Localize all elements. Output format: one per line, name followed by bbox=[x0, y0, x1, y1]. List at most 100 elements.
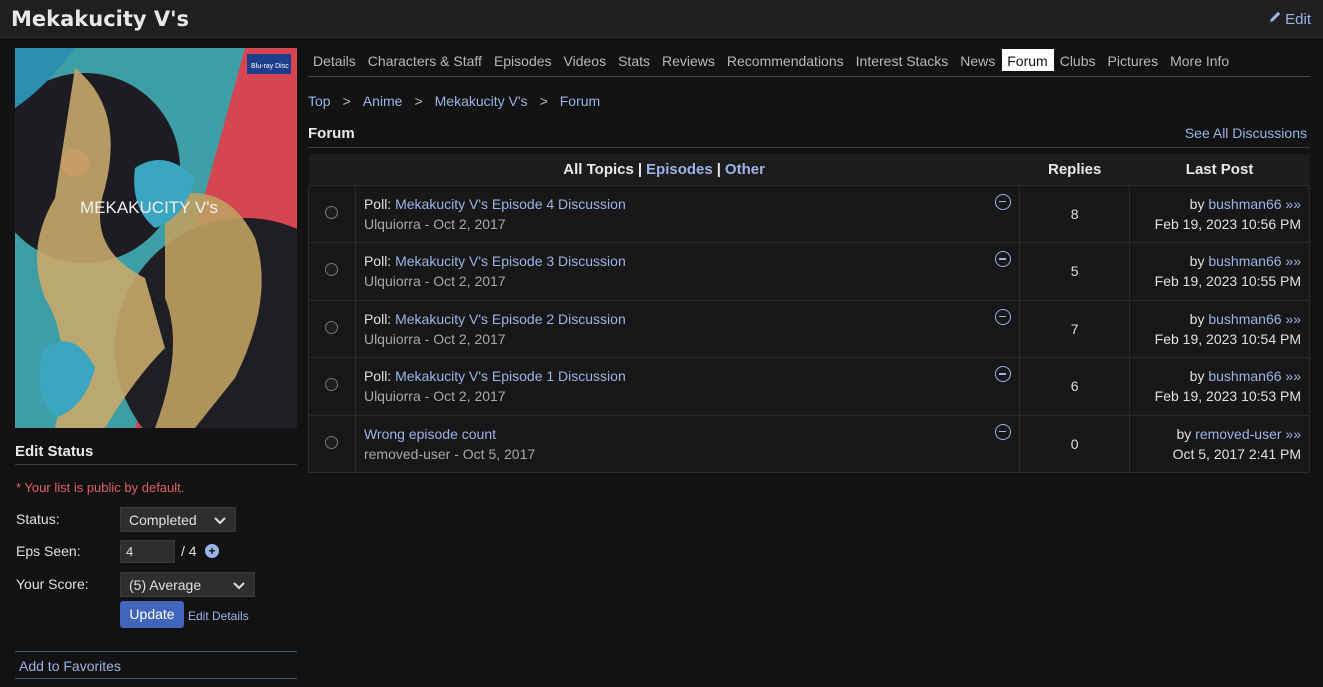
topic-title-link[interactable]: Mekakucity V's Episode 2 Discussion bbox=[395, 311, 626, 327]
eps-total: / 4 bbox=[181, 543, 197, 559]
last-post-date: Feb 19, 2023 10:56 PM bbox=[1154, 215, 1301, 232]
cover-image[interactable]: MEKAKUCITY V's Blu-ray Disc bbox=[15, 48, 297, 428]
page-title: Mekakucity V's bbox=[11, 7, 190, 31]
tab-recommendations[interactable]: Recommendations bbox=[722, 49, 850, 71]
last-post-cell: by bushman66 »» Feb 19, 2023 10:54 PM bbox=[1129, 299, 1310, 358]
breadcrumb-item[interactable]: Mekakucity V's bbox=[435, 93, 528, 109]
tab-characters-staff[interactable]: Characters & Staff bbox=[363, 49, 488, 71]
last-post-user[interactable]: bushman66 bbox=[1208, 253, 1281, 269]
last-post-date: Feb 19, 2023 10:54 PM bbox=[1154, 330, 1301, 347]
topic-author[interactable]: Ulquiorra bbox=[364, 216, 421, 232]
topic-prefix: Poll: bbox=[363, 368, 396, 385]
topic-prefix: Poll: bbox=[363, 253, 396, 270]
remove-circle-icon[interactable] bbox=[995, 193, 1012, 210]
favorites-row: Add to Favorites bbox=[15, 651, 297, 679]
topic-date: Oct 2, 2017 bbox=[433, 330, 506, 347]
filter-all-topics[interactable]: All Topics bbox=[563, 161, 634, 178]
tab-pictures[interactable]: Pictures bbox=[1103, 49, 1165, 71]
breadcrumb-item[interactable]: Anime bbox=[363, 93, 403, 109]
tab-episodes[interactable]: Episodes bbox=[489, 49, 558, 71]
score-label: Your Score: bbox=[16, 576, 89, 592]
chevron-down-icon bbox=[213, 513, 227, 527]
breadcrumb: Top > Anime > Mekakucity V's > Forum bbox=[308, 93, 600, 109]
tab-reviews[interactable]: Reviews bbox=[657, 49, 721, 71]
edit-status-heading: Edit Status bbox=[15, 443, 297, 465]
topic-radio[interactable] bbox=[325, 378, 339, 392]
breadcrumb-item[interactable]: Top bbox=[308, 93, 331, 109]
topic-cell: Wrong episode count removed-user - Oct 5,… bbox=[354, 414, 1021, 473]
add-to-favorites-link[interactable]: Add to Favorites bbox=[19, 658, 121, 674]
update-button[interactable]: Update bbox=[120, 601, 184, 628]
tab-forum[interactable]: Forum bbox=[1002, 49, 1054, 71]
last-post-user[interactable]: bushman66 bbox=[1208, 311, 1281, 327]
edit-details-link[interactable]: Edit Details bbox=[188, 609, 249, 623]
topic-date: Oct 5, 2017 bbox=[462, 445, 536, 462]
topic-title-link[interactable]: Mekakucity V's Episode 4 Discussion bbox=[395, 196, 626, 212]
tab-interest-stacks[interactable]: Interest Stacks bbox=[851, 49, 955, 71]
last-post-user[interactable]: removed-user bbox=[1195, 426, 1281, 442]
tab-more-info[interactable]: More Info bbox=[1165, 49, 1235, 71]
edit-link[interactable]: Edit bbox=[1268, 10, 1311, 28]
topic-radio[interactable] bbox=[325, 205, 339, 219]
filter-other[interactable]: Other bbox=[725, 161, 765, 178]
topic-date: Oct 2, 2017 bbox=[433, 273, 506, 290]
remove-circle-icon[interactable] bbox=[995, 308, 1012, 325]
tab-details[interactable]: Details bbox=[308, 49, 362, 71]
replies-count: 6 bbox=[1019, 357, 1131, 416]
topic-row: Poll: Mekakucity V's Episode 4 Discussio… bbox=[308, 184, 1310, 243]
topic-filter-header: All Topics | Episodes | Other bbox=[308, 154, 1020, 185]
topic-title-link[interactable]: Mekakucity V's Episode 1 Discussion bbox=[395, 368, 626, 384]
score-select[interactable]: (5) Average bbox=[120, 572, 255, 597]
tab-videos[interactable]: Videos bbox=[559, 49, 613, 71]
replies-count: 8 bbox=[1019, 184, 1131, 243]
last-post-user[interactable]: bushman66 bbox=[1208, 196, 1281, 212]
last-post-cell: by bushman66 »» Feb 19, 2023 10:53 PM bbox=[1129, 357, 1310, 416]
tab-bar: Details Characters & Staff Episodes Videos S… bbox=[308, 49, 1310, 77]
topic-author[interactable]: Ulquiorra bbox=[364, 273, 421, 289]
jump-to-post-icon[interactable]: »» bbox=[1285, 196, 1301, 212]
last-post-cell: by removed-user »» Oct 5, 2017 2:41 PM bbox=[1129, 414, 1310, 473]
jump-to-post-icon[interactable]: »» bbox=[1285, 426, 1301, 442]
topic-title-link[interactable]: Wrong episode count bbox=[364, 426, 496, 442]
replies-count: 5 bbox=[1019, 242, 1131, 301]
forum-heading: Forum bbox=[308, 125, 355, 142]
remove-circle-icon[interactable] bbox=[995, 423, 1012, 440]
breadcrumb-separator: > bbox=[414, 93, 423, 109]
tab-stats[interactable]: Stats bbox=[613, 49, 656, 71]
topic-title-link[interactable]: Mekakucity V's Episode 3 Discussion bbox=[395, 253, 626, 269]
filter-episodes[interactable]: Episodes bbox=[646, 161, 713, 178]
jump-to-post-icon[interactable]: »» bbox=[1285, 311, 1301, 327]
topic-date: Oct 2, 2017 bbox=[433, 215, 506, 232]
jump-to-post-icon[interactable]: »» bbox=[1285, 368, 1301, 384]
eps-seen-label: Eps Seen: bbox=[16, 543, 81, 559]
jump-to-post-icon[interactable]: »» bbox=[1285, 253, 1301, 269]
topic-cell: Poll: Mekakucity V's Episode 3 Discussio… bbox=[354, 242, 1021, 301]
last-post-user[interactable]: bushman66 bbox=[1208, 368, 1281, 384]
status-select[interactable]: Completed bbox=[120, 507, 236, 532]
chevron-down-icon bbox=[232, 578, 246, 592]
breadcrumb-item[interactable]: Forum bbox=[560, 93, 600, 109]
topic-author[interactable]: Ulquiorra bbox=[364, 331, 421, 347]
tab-news[interactable]: News bbox=[955, 49, 1001, 71]
see-all-discussions-link[interactable]: See All Discussions bbox=[1185, 125, 1307, 141]
topic-row: Poll: Mekakucity V's Episode 3 Discussio… bbox=[308, 242, 1310, 301]
topic-author[interactable]: removed-user bbox=[364, 446, 450, 462]
forum-topics-table: All Topics | Episodes | Other Replies Last P… bbox=[308, 154, 1310, 473]
topic-radio[interactable] bbox=[325, 320, 339, 334]
increment-episode-icon[interactable]: + bbox=[205, 544, 219, 558]
topic-cell: Poll: Mekakucity V's Episode 1 Discussio… bbox=[354, 357, 1021, 416]
page-header: Mekakucity V's Edit bbox=[0, 0, 1323, 38]
breadcrumb-separator: > bbox=[539, 93, 548, 109]
breadcrumb-separator: > bbox=[342, 93, 351, 109]
topic-select-cell bbox=[308, 414, 356, 473]
topic-row: Poll: Mekakucity V's Episode 1 Discussio… bbox=[308, 357, 1310, 416]
topic-author[interactable]: Ulquiorra bbox=[364, 388, 421, 404]
topic-radio[interactable] bbox=[325, 263, 339, 277]
tab-clubs[interactable]: Clubs bbox=[1055, 49, 1102, 71]
topic-row: Poll: Mekakucity V's Episode 2 Discussio… bbox=[308, 299, 1310, 358]
status-label: Status: bbox=[16, 511, 60, 527]
last-post-date: Feb 19, 2023 10:55 PM bbox=[1154, 273, 1301, 290]
topic-date: Oct 2, 2017 bbox=[433, 388, 506, 405]
topic-radio[interactable] bbox=[325, 435, 339, 449]
eps-seen-input[interactable]: 4 bbox=[120, 540, 175, 563]
